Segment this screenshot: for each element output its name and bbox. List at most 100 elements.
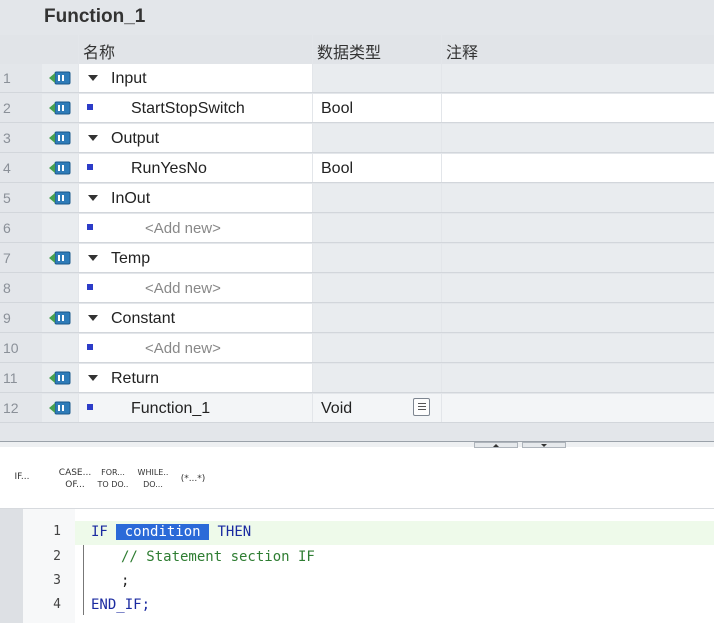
interface-row[interactable]: 3 Output [0,124,714,153]
row-icon-cell [42,154,78,182]
comment-cell[interactable] [442,304,714,332]
line-number: 1 [53,524,61,539]
insert-while-button[interactable]: WHILE.. DO... [134,467,172,491]
data-type-cell[interactable]: Bool [313,154,441,182]
interface-row[interactable]: 5 InOut [0,184,714,213]
interface-row[interactable]: 1 Input [0,64,714,93]
row-number: 7 [0,244,41,272]
name-cell[interactable]: Function_1 [79,394,312,422]
column-header-name-label: 名称 [83,43,116,62]
interface-row[interactable]: 6 <Add new> [0,214,714,243]
data-type-cell[interactable] [313,244,441,272]
line-number: 3 [53,573,61,588]
insert-case-label-2: OF... [65,480,85,490]
row-icon-cell [42,94,78,122]
name-cell[interactable]: <Add new> [79,214,312,242]
row-number: 4 [0,154,41,182]
data-type-cell[interactable]: Void [313,394,441,422]
condition-text: condition [124,524,201,540]
insert-if-button[interactable]: IF... [7,471,37,483]
interface-icon [49,161,71,175]
row-number: 6 [0,214,41,242]
name-cell[interactable]: InOut [79,184,312,212]
comment-cell[interactable] [442,154,714,182]
insert-case-button[interactable]: CASE... OF... [58,467,92,491]
data-type-cell[interactable] [313,334,441,362]
scl-code-editor[interactable]: 1 2 3 4 IF condition THEN // Statement s… [0,509,714,623]
interface-row[interactable]: 8 <Add new> [0,274,714,303]
data-type-label: Bool [321,100,354,117]
row-number: 9 [0,304,41,332]
row-number: 2 [0,94,41,122]
interface-row[interactable]: 10 <Add new> [0,334,714,363]
comment-cell[interactable] [442,394,714,422]
name-label: Input [111,70,147,87]
variable-bullet-icon [87,164,93,170]
name-cell[interactable]: Constant [79,304,312,332]
name-cell[interactable]: Return [79,364,312,392]
comment-cell[interactable] [442,124,714,152]
code-line-2[interactable]: // Statement section IF [75,546,714,570]
name-cell[interactable]: <Add new> [79,334,312,362]
expand-triangle-icon[interactable] [88,135,98,141]
expand-triangle-icon[interactable] [88,375,98,381]
row-number: 8 [0,274,41,302]
comment-cell[interactable] [442,184,714,212]
comment-cell[interactable] [442,334,714,362]
data-type-cell[interactable] [313,364,441,392]
interface-row[interactable]: 2 StartStopSwitch Bool [0,94,714,123]
editor-splitter[interactable] [0,441,714,447]
comment-cell[interactable] [442,94,714,122]
insert-comment-button[interactable]: (*...*) [176,473,210,485]
column-header-data-type-label: 数据类型 [317,43,382,62]
expand-triangle-icon[interactable] [88,255,98,261]
interface-row[interactable]: 4 RunYesNo Bool [0,154,714,183]
code-line-3[interactable]: ; [75,570,714,594]
comment-cell[interactable] [442,64,714,92]
row-number: 12 [0,394,41,422]
name-cell[interactable]: Output [79,124,312,152]
name-cell[interactable]: Input [79,64,312,92]
comment-cell[interactable] [442,214,714,242]
code-line-4[interactable]: END_IF; [75,594,714,618]
data-type-cell[interactable] [313,124,441,152]
column-header-comment[interactable]: 注释 [442,35,714,64]
comment-cell[interactable] [442,244,714,272]
data-type-list-icon[interactable] [413,398,430,416]
data-type-cell[interactable] [313,64,441,92]
code-line-1[interactable]: IF condition THEN [75,521,714,545]
name-label: Constant [111,310,176,327]
data-type-cell[interactable] [313,304,441,332]
column-header-comment-label: 注释 [446,43,479,62]
name-cell[interactable]: Temp [79,244,312,272]
interface-row[interactable]: 9 Constant [0,304,714,333]
expand-triangle-icon[interactable] [88,315,98,321]
row-icon-cell [42,274,78,302]
condition-placeholder[interactable]: condition [116,524,210,540]
interface-icon [49,131,71,145]
line-number: 4 [53,597,61,612]
row-icon-cell [42,334,78,362]
interface-row[interactable]: 11 Return [0,364,714,393]
expand-triangle-icon[interactable] [88,75,98,81]
add-new-placeholder: <Add new> [145,220,221,237]
interface-row[interactable]: 12 Function_1 Void [0,394,714,423]
column-header-name[interactable]: 名称 [79,35,312,64]
data-type-cell[interactable] [313,184,441,212]
data-type-cell[interactable] [313,274,441,302]
row-icon-cell [42,244,78,272]
interface-row[interactable]: 7 Temp [0,244,714,273]
name-cell[interactable]: StartStopSwitch [79,94,312,122]
column-header-data-type[interactable]: 数据类型 [313,35,441,64]
insert-for-button[interactable]: FOR... TO DO.. [94,467,132,491]
data-type-cell[interactable]: Bool [313,94,441,122]
name-label: RunYesNo [131,160,207,177]
data-type-cell[interactable] [313,214,441,242]
name-cell[interactable]: RunYesNo [79,154,312,182]
comment-cell[interactable] [442,274,714,302]
name-cell[interactable]: <Add new> [79,274,312,302]
comment-cell[interactable] [442,364,714,392]
expand-triangle-icon[interactable] [88,195,98,201]
row-icon-cell [42,364,78,392]
interface-icon [49,191,71,205]
